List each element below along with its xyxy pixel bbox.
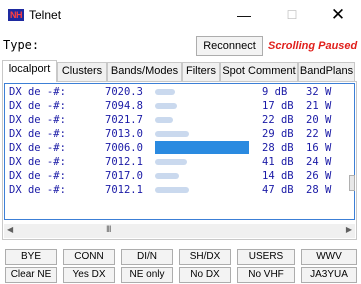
spot-prefix: DX de -#:: [9, 156, 66, 168]
macro-conn-button[interactable]: CONN: [63, 249, 115, 265]
macro-ne-only-button[interactable]: NE only: [121, 267, 173, 283]
tab-bandplans[interactable]: BandPlans: [298, 62, 355, 81]
scroll-right-icon[interactable]: ▶: [346, 225, 352, 234]
macro-ja3yua-button[interactable]: JA3YUA: [301, 267, 357, 283]
spot-prefix: DX de -#:: [9, 142, 66, 154]
spot-frequency: 7012.1: [105, 184, 143, 196]
spot-snr: 28 dB: [262, 142, 294, 154]
spot-console[interactable]: DX de -#: 7020.3 9 dB 32 W DX de -#: 709…: [2, 81, 357, 240]
reconnect-button[interactable]: Reconnect: [196, 36, 263, 56]
spot-frequency: 7094.8: [105, 100, 143, 112]
spot-prefix: DX de -#:: [9, 128, 66, 140]
spot-row[interactable]: DX de -#: 7094.8 17 dB 21 W: [9, 100, 331, 112]
redacted-callsign: [155, 103, 177, 109]
spot-frequency: 7006.0: [105, 142, 143, 154]
spot-speed: 20 W: [306, 114, 332, 126]
app-icon: NH: [8, 9, 24, 21]
minimize-button[interactable]: —: [221, 0, 267, 31]
macro-no-dx-button[interactable]: No DX: [179, 267, 231, 283]
spot-frequency: 7012.1: [105, 156, 143, 168]
spot-row-selected[interactable]: DX de -#: 7006.0 28 dB 16 W: [9, 141, 331, 154]
macro-bye-button[interactable]: BYE: [5, 249, 57, 265]
title-bar: NH Telnet — ☐ ✕: [0, 0, 361, 31]
tab-localport[interactable]: localport: [2, 60, 57, 82]
scroll-grip[interactable]: III: [106, 224, 111, 234]
tab-filters[interactable]: Filters: [182, 62, 220, 81]
redacted-callsign: [155, 159, 187, 165]
spot-speed: 22 W: [306, 128, 332, 140]
spot-frequency: 7017.0: [105, 170, 143, 182]
close-button[interactable]: ✕: [315, 0, 361, 31]
spot-speed: 26 W: [306, 170, 332, 182]
scroll-left-icon[interactable]: ◀: [7, 225, 13, 234]
spot-list[interactable]: DX de -#: 7020.3 9 dB 32 W DX de -#: 709…: [4, 83, 355, 220]
spot-snr: 9 dB: [262, 86, 288, 98]
redacted-callsign: [155, 173, 179, 179]
macro-shdx-button[interactable]: SH/DX: [179, 249, 231, 265]
spot-row[interactable]: DX de -#: 7017.0 14 dB 26 W: [9, 170, 331, 182]
redacted-callsign: [155, 117, 173, 123]
spot-snr: 29 dB: [262, 128, 294, 140]
spot-snr: 17 dB: [262, 100, 294, 112]
spot-row[interactable]: DX de -#: 7013.0 29 dB 22 W: [9, 128, 331, 140]
type-label: Type:: [3, 38, 40, 52]
window-title: Telnet: [29, 8, 62, 22]
spot-prefix: DX de -#:: [9, 184, 66, 196]
spot-frequency: 7021.7: [105, 114, 143, 126]
macro-yes-dx-button[interactable]: Yes DX: [63, 267, 115, 283]
tab-bands-modes[interactable]: Bands/Modes: [107, 62, 182, 81]
vertical-scroll-thumb[interactable]: [349, 175, 355, 191]
macro-clear-ne-button[interactable]: Clear NE: [5, 267, 57, 283]
macro-din-button[interactable]: DI/N: [121, 249, 173, 265]
spot-speed: 28 W: [306, 184, 332, 196]
spot-snr: 47 dB: [262, 184, 294, 196]
spot-speed: 24 W: [306, 156, 332, 168]
maximize-button[interactable]: ☐: [269, 0, 315, 31]
redacted-callsign: [155, 89, 175, 95]
spot-row[interactable]: DX de -#: 7021.7 22 dB 20 W: [9, 114, 331, 126]
macro-no-vhf-button[interactable]: No VHF: [237, 267, 295, 283]
horizontal-scrollbar[interactable]: ◀ III ▶: [4, 224, 355, 238]
spot-frequency: 7013.0: [105, 128, 143, 140]
spot-snr: 14 dB: [262, 170, 294, 182]
tab-clusters[interactable]: Clusters: [57, 62, 107, 81]
spot-snr: 22 dB: [262, 114, 294, 126]
spot-prefix: DX de -#:: [9, 100, 66, 112]
spot-speed: 21 W: [306, 100, 332, 112]
selected-callsign-highlight: [155, 141, 249, 154]
scroll-status-text: Scrolling Paused: [268, 40, 358, 52]
spot-prefix: DX de -#:: [9, 86, 66, 98]
macro-users-button[interactable]: USERS: [237, 249, 295, 265]
redacted-callsign: [155, 187, 189, 193]
spot-row[interactable]: DX de -#: 7020.3 9 dB 32 W: [9, 86, 331, 98]
spot-snr: 41 dB: [262, 156, 294, 168]
spot-speed: 32 W: [306, 86, 332, 98]
spot-row[interactable]: DX de -#: 7012.1 47 dB 28 W: [9, 184, 331, 196]
redacted-callsign: [155, 131, 189, 137]
spot-speed: 16 W: [306, 142, 332, 154]
macro-wwv-button[interactable]: WWV: [301, 249, 357, 265]
spot-prefix: DX de -#:: [9, 114, 66, 126]
spot-row[interactable]: DX de -#: 7012.1 41 dB 24 W: [9, 156, 331, 168]
spot-prefix: DX de -#:: [9, 170, 66, 182]
spot-frequency: 7020.3: [105, 86, 143, 98]
tab-spot-comment[interactable]: Spot Comment: [220, 62, 298, 81]
